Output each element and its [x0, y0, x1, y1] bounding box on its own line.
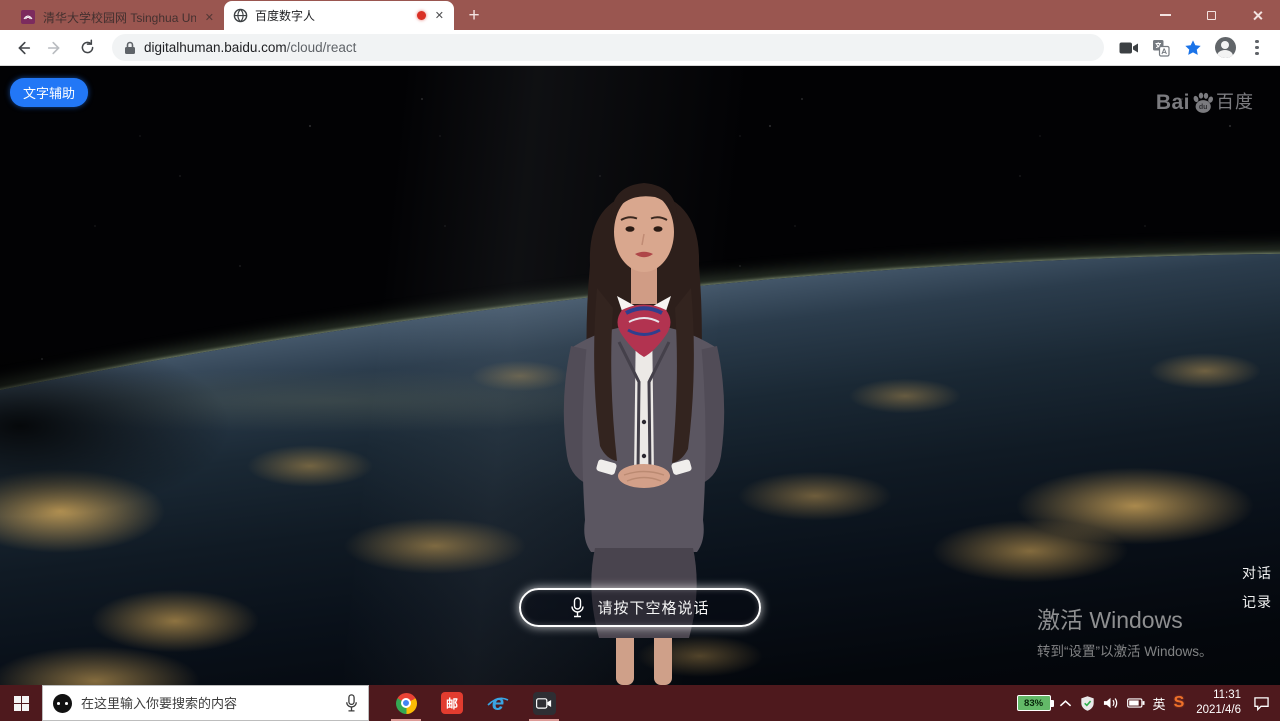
tab-title: 百度数字人	[255, 7, 410, 24]
window-minimize-button[interactable]	[1142, 0, 1188, 30]
ime-indicator[interactable]: 英	[1153, 694, 1166, 713]
browser-toolbar: digitalhuman.baidu.com/cloud/react	[0, 30, 1280, 66]
window-maximize-button[interactable]	[1188, 0, 1234, 30]
battery-percent-badge[interactable]: 83%	[1017, 695, 1051, 711]
text-assist-button[interactable]: 文字辅助	[10, 78, 88, 107]
menu-dot-icon	[1255, 52, 1259, 56]
browser-menu-button[interactable]	[1244, 35, 1270, 61]
start-button[interactable]	[0, 685, 42, 721]
taskbar-ie-button[interactable]: e	[475, 685, 521, 721]
chrome-icon	[396, 693, 417, 714]
recording-indicator-icon	[417, 11, 426, 20]
menu-dot-icon	[1255, 40, 1259, 44]
window-controls	[1142, 0, 1280, 30]
reload-button[interactable]	[74, 35, 100, 61]
baidu-paw-icon: du	[1191, 91, 1215, 115]
translate-button[interactable]	[1148, 35, 1174, 61]
bookmark-star-icon	[1184, 39, 1202, 57]
baidu-logo: Bai du 百度	[1156, 88, 1254, 115]
action-center-icon[interactable]	[1253, 696, 1270, 711]
camera-icon	[1119, 41, 1139, 55]
internet-explorer-icon: e	[486, 691, 510, 715]
security-shield-icon[interactable]	[1080, 695, 1095, 712]
window-close-button[interactable]	[1234, 0, 1280, 30]
svg-text:du: du	[1199, 104, 1208, 111]
maximize-icon	[1207, 11, 1216, 20]
forward-arrow-icon	[46, 39, 64, 57]
tsinghua-favicon-icon	[20, 9, 36, 25]
clock-date: 2021/4/6	[1196, 703, 1241, 718]
taskbar-chrome-button[interactable]	[383, 685, 429, 721]
taskbar-mail-button[interactable]: 邮	[429, 685, 475, 721]
battery-tray-icon[interactable]	[1127, 698, 1145, 708]
minimize-icon	[1160, 14, 1171, 15]
tab-close-icon[interactable]: ✕	[203, 11, 216, 24]
windows-logo-icon	[14, 696, 29, 711]
taskbar-clock[interactable]: 11:31 2021/4/6	[1192, 688, 1245, 718]
video-camera-icon	[533, 692, 556, 715]
taskbar-apps: 邮 e	[383, 685, 567, 721]
bookmark-button[interactable]	[1180, 35, 1206, 61]
close-icon	[1252, 10, 1263, 21]
taskbar-search[interactable]	[42, 685, 369, 721]
avatar-icon	[1215, 37, 1236, 58]
tab-tsinghua[interactable]: 清华大学校园网 Tsinghua Univ ✕	[12, 4, 224, 30]
windows-taskbar: 邮 e 83% 英 S	[0, 685, 1280, 721]
translate-icon	[1152, 39, 1170, 57]
tray-expand-icon[interactable]	[1059, 699, 1072, 708]
globe-favicon-icon	[232, 8, 248, 24]
menu-dot-icon	[1255, 46, 1259, 50]
forward-button[interactable]	[42, 35, 68, 61]
browser-titlebar: 清华大学校园网 Tsinghua Univ ✕ 百度数字人 ✕ +	[0, 0, 1280, 30]
tab-close-icon[interactable]: ✕	[433, 9, 446, 22]
url-text: digitalhuman.baidu.com/cloud/react	[144, 40, 356, 55]
mail-icon: 邮	[441, 692, 463, 714]
push-to-talk-button[interactable]: 请按下空格说话	[519, 588, 761, 627]
system-tray: 83% 英 S 11:31 2021/4/6	[1017, 685, 1280, 721]
cortana-icon	[53, 694, 72, 713]
reload-icon	[79, 39, 96, 56]
address-bar[interactable]: digitalhuman.baidu.com/cloud/react	[112, 34, 1104, 61]
tab-digital-human[interactable]: 百度数字人 ✕	[224, 1, 454, 30]
microphone-icon	[570, 597, 585, 619]
dialog-tab[interactable]: 对话	[1242, 563, 1272, 583]
profile-button[interactable]	[1212, 35, 1238, 61]
side-menu: 对话 记录	[1242, 563, 1272, 612]
digital-human-page: 文字辅助 Bai du 百度 请按下空格说话 对话 记录	[0, 66, 1280, 685]
volume-icon[interactable]	[1103, 696, 1119, 710]
baidu-logo-text: Bai	[1156, 91, 1190, 115]
taskbar-meeting-button[interactable]	[521, 685, 567, 721]
record-tab[interactable]: 记录	[1242, 592, 1272, 612]
back-button[interactable]	[10, 35, 36, 61]
camera-in-use-button[interactable]	[1116, 35, 1142, 61]
lock-icon	[124, 41, 136, 55]
battery-percent-label: 83%	[1024, 698, 1043, 709]
search-input[interactable]	[81, 696, 336, 711]
search-mic-icon[interactable]	[345, 694, 358, 713]
push-to-talk-label: 请按下空格说话	[597, 597, 709, 618]
clock-time: 11:31	[1196, 688, 1241, 703]
tab-title: 清华大学校园网 Tsinghua Univ	[43, 9, 196, 26]
back-arrow-icon	[14, 39, 32, 57]
screen: 清华大学校园网 Tsinghua Univ ✕ 百度数字人 ✕ +	[0, 0, 1280, 721]
baidu-logo-cn-text: 百度	[1216, 88, 1254, 115]
new-tab-button[interactable]: +	[460, 2, 488, 30]
sogou-input-icon[interactable]: S	[1174, 694, 1185, 712]
